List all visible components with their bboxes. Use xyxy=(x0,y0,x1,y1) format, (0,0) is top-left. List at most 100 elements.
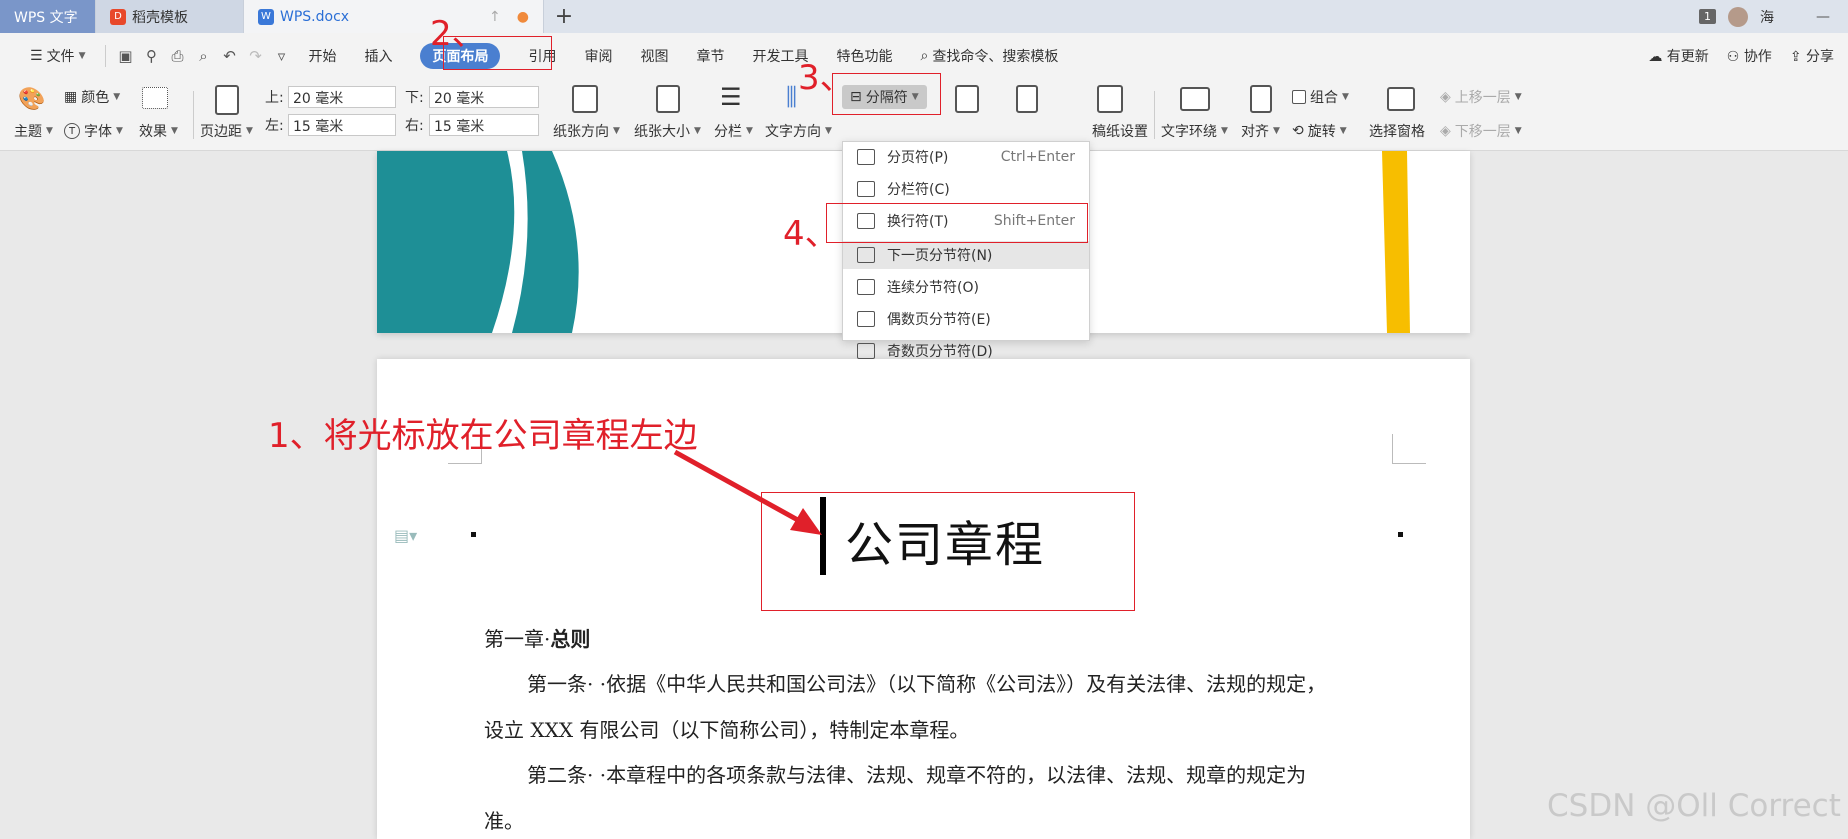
orientation-button[interactable]: 纸张方向 ▼ xyxy=(553,121,620,141)
selection-pane-button[interactable]: 选择窗格 xyxy=(1369,121,1425,141)
share-button[interactable]: ⇪ 分享 xyxy=(1790,46,1834,66)
page-border-icon[interactable] xyxy=(955,85,979,113)
align-button[interactable]: 对齐 ▼ xyxy=(1241,121,1280,141)
page-break-item[interactable]: 分页符(P) Ctrl+Enter xyxy=(843,143,1089,171)
new-tab-button[interactable]: + xyxy=(544,0,584,33)
left-margin-input[interactable]: 15 毫米 xyxy=(288,114,396,136)
rotate-label: 旋转 xyxy=(1307,124,1336,140)
selection-pane-icon[interactable] xyxy=(1387,87,1415,111)
print-icon[interactable]: ⎙ xyxy=(164,33,190,79)
upload-icon[interactable]: ↑ xyxy=(489,9,501,25)
next-page-section-break-item[interactable]: 下一页分节符(N) xyxy=(843,241,1089,269)
text-wrap-icon[interactable] xyxy=(1180,87,1210,111)
redo-icon[interactable]: ↷ xyxy=(242,33,268,79)
chevron-down-icon: ▼ xyxy=(78,51,86,61)
even-page-section-break-item[interactable]: 偶数页分节符(E) xyxy=(843,305,1089,333)
format-painter-icon[interactable]: ⚲ xyxy=(138,33,164,79)
paragraph-2-line-1[interactable]: 第二条· ·本章程中的各项条款与法律、法规、规章不符的，以法律、法规、规章的规定… xyxy=(527,759,1306,788)
paper-size-button[interactable]: 纸张大小 ▼ xyxy=(634,121,701,141)
chevron-down-icon: ▼ xyxy=(46,126,53,136)
page-margin-button[interactable]: 页边距 ▼ xyxy=(200,121,253,141)
menu-item-review[interactable]: 审阅 xyxy=(570,33,626,79)
file-menu[interactable]: ☰ 文件 ▼ xyxy=(16,33,99,79)
paper-setup-icon[interactable] xyxy=(1097,85,1123,113)
columns-icon[interactable]: ☰ xyxy=(720,83,742,111)
effect-label: 效果 xyxy=(139,124,167,140)
paragraph-options-icon[interactable]: ▤▾ xyxy=(394,526,417,545)
group-button[interactable]: 组合 ▼ xyxy=(1292,87,1349,107)
columns-button[interactable]: 分栏 ▼ xyxy=(714,121,753,141)
columns-label: 分栏 xyxy=(714,124,742,140)
tab-label: 稻壳模板 xyxy=(132,9,188,26)
tab-label: WPS 文字 xyxy=(14,9,78,26)
window-count-badge[interactable]: 1 xyxy=(1699,9,1716,24)
user-name[interactable]: 海 xyxy=(1760,7,1774,27)
menu-item-start[interactable]: 开始 xyxy=(294,33,350,79)
align-icon[interactable] xyxy=(1250,85,1272,113)
print-preview-icon[interactable]: ⌕ xyxy=(190,33,216,79)
menu-item-insert[interactable]: 插入 xyxy=(350,33,406,79)
rotate-button[interactable]: ⟲ 旋转 ▼ xyxy=(1292,121,1347,141)
tab-document[interactable]: W WPS.docx ↑ ● xyxy=(244,0,544,33)
color-button[interactable]: ▦ 颜色 ▼ xyxy=(64,87,120,107)
column-break-icon xyxy=(857,181,875,197)
text-wrap-button[interactable]: 文字环绕 ▼ xyxy=(1161,121,1228,141)
theme-button[interactable]: 主题 ▼ xyxy=(14,121,53,141)
orientation-icon[interactable] xyxy=(572,85,598,113)
chevron-down-icon: ▼ xyxy=(1273,126,1280,136)
right-margin-input[interactable]: 15 毫米 xyxy=(429,114,539,136)
page-background-icon[interactable] xyxy=(1016,85,1038,113)
chevron-down-icon: ▼ xyxy=(825,126,832,136)
chevron-down-icon: ▼ xyxy=(613,126,620,136)
chapter-heading[interactable]: 第一章·总则 xyxy=(484,623,590,652)
tab-templates[interactable]: D 稻壳模板 xyxy=(96,0,244,33)
paper-size-icon[interactable] xyxy=(656,85,680,113)
chevron-down-icon: ▼ xyxy=(116,126,123,136)
save-icon[interactable]: ▣ xyxy=(112,33,138,79)
palette-icon[interactable]: 🎨 xyxy=(18,87,45,112)
text-direction-icon[interactable]: ⫼ xyxy=(786,83,797,111)
annotation-step-4: 4、 xyxy=(783,214,839,254)
file-menu-label: 文件 xyxy=(46,49,75,65)
item-label: 奇数页分节符(D) xyxy=(887,344,993,360)
tab-wps-home[interactable]: WPS 文字 xyxy=(0,0,96,33)
column-break-item[interactable]: 分栏符(C) xyxy=(843,175,1089,203)
text-direction-label: 文字方向 xyxy=(765,124,821,140)
group-icon xyxy=(1292,90,1306,104)
customize-toolbar-icon[interactable]: ▿ xyxy=(268,33,294,79)
font-label: 字体 xyxy=(84,124,112,140)
minimize-button[interactable]: — xyxy=(1816,9,1830,25)
item-label: 分栏符(C) xyxy=(887,182,950,198)
update-button[interactable]: ☁ 有更新 xyxy=(1648,46,1708,66)
send-backward-button[interactable]: ◈ 下移一层 ▼ xyxy=(1440,121,1522,141)
continuous-section-break-item[interactable]: 连续分节符(O) xyxy=(843,273,1089,301)
annotation-box-next-page xyxy=(826,203,1088,243)
collaborate-button[interactable]: ⚇ 协作 xyxy=(1727,46,1772,66)
text-direction-button[interactable]: 文字方向 ▼ xyxy=(765,121,832,141)
theme-label: 主题 xyxy=(14,124,42,140)
item-shortcut: Ctrl+Enter xyxy=(1000,149,1075,165)
effect-button[interactable]: 效果 ▼ xyxy=(139,121,178,141)
undo-icon[interactable]: ↶ xyxy=(216,33,242,79)
odd-page-section-break-item[interactable]: 奇数页分节符(D) xyxy=(843,337,1089,365)
effect-glyph xyxy=(142,87,168,109)
chevron-down-icon: ▼ xyxy=(113,92,121,102)
tab-label: WPS.docx xyxy=(280,8,350,25)
paragraph-2-line-2[interactable]: 准。 xyxy=(484,805,524,834)
cloud-icon: ☁ xyxy=(1648,49,1663,65)
bring-forward-button[interactable]: ◈ 上移一层 ▼ xyxy=(1440,87,1522,107)
top-margin-input[interactable]: 20 毫米 xyxy=(288,86,396,108)
font-button[interactable]: T 字体 ▼ xyxy=(64,121,123,141)
anchor-mark xyxy=(1398,532,1403,537)
effect-icon[interactable] xyxy=(142,87,168,109)
paragraph-1-line-2[interactable]: 设立 XXX 有限公司（以下简称公司），特制定本章程。 xyxy=(484,714,969,743)
annotation-step-2: 2、 xyxy=(430,14,486,54)
paper-setup-button[interactable]: 稿纸设置 xyxy=(1092,121,1148,141)
person-icon: ⚇ xyxy=(1726,49,1740,65)
paragraph-1-line-1[interactable]: 第一条· ·依据《中华人民共和国公司法》（以下简称《公司法》）及有关法律、法规的… xyxy=(527,668,1326,697)
bottom-margin-input[interactable]: 20 毫米 xyxy=(429,86,539,108)
avatar[interactable] xyxy=(1728,6,1748,27)
menu-item-section[interactable]: 章节 xyxy=(682,33,738,79)
page-margin-icon[interactable] xyxy=(215,85,239,115)
menu-item-view[interactable]: 视图 xyxy=(626,33,682,79)
